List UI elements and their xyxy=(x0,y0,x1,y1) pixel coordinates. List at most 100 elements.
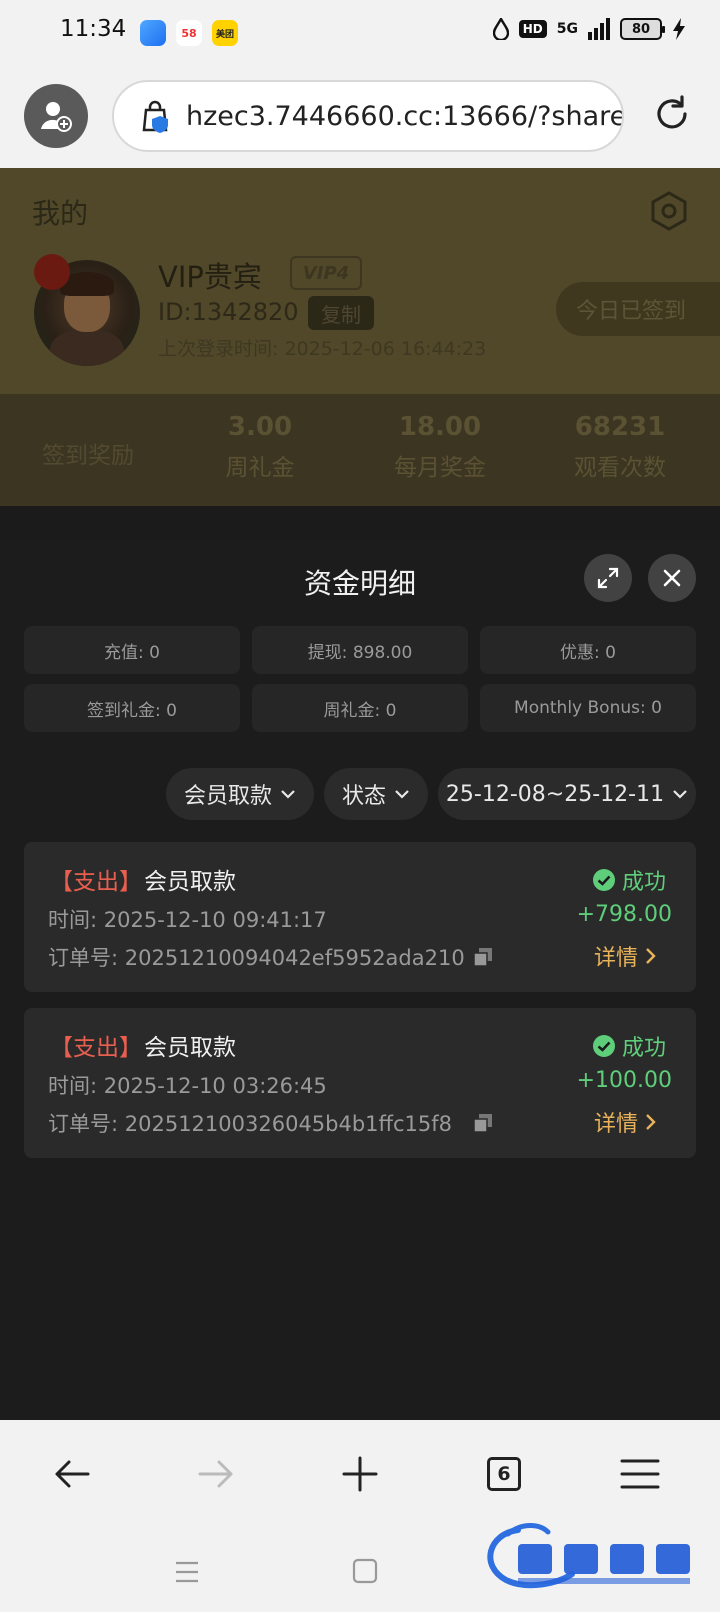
record-amount: +798.00 xyxy=(576,902,672,927)
type-filter-label: 会员取款 xyxy=(183,784,272,809)
record-detail-label: 详情 xyxy=(593,1112,638,1137)
stat-value: 3.00 xyxy=(227,412,293,442)
url-bar[interactable]: hzec3.7446660.cc:13666/?shareN xyxy=(112,80,624,152)
add-profile-button[interactable] xyxy=(24,84,88,148)
hd-icon: HD xyxy=(518,20,547,38)
stat-monthly-bonus[interactable]: 18.00 每月奖金 xyxy=(350,412,530,482)
user-name: VIP贵宾 xyxy=(158,260,262,294)
signin-button[interactable]: 今日已签到 xyxy=(556,282,720,336)
hamburger-menu-icon xyxy=(620,1459,660,1489)
record-status: 成功 xyxy=(592,864,666,896)
expand-button[interactable] xyxy=(584,554,632,602)
network-label: 5G xyxy=(556,21,578,37)
stat-label: 每月奖金 xyxy=(394,455,486,481)
copy-icon[interactable] xyxy=(472,946,494,968)
watermark-logo xyxy=(487,1523,690,1589)
charging-icon xyxy=(673,18,685,40)
record-time: 时间: 2025-12-10 03:26:45 xyxy=(48,1074,327,1098)
record-status-label: 成功 xyxy=(621,870,666,895)
record-type: 【支出】 xyxy=(50,1035,142,1061)
stat-value: 18.00 xyxy=(398,412,482,442)
notification-meituan-icon: 美团 xyxy=(212,20,238,46)
close-icon xyxy=(663,569,681,587)
status-filter-dropdown[interactable]: 状态 xyxy=(324,768,428,820)
battery-level: 80 xyxy=(631,21,651,37)
stat-view-count[interactable]: 68231 观看次数 xyxy=(530,412,710,482)
browser-bottom-toolbar: 6 xyxy=(0,1420,720,1532)
record-detail-label: 详情 xyxy=(593,946,638,971)
close-button[interactable] xyxy=(648,554,696,602)
summary-signin-gift: 签到礼金: 0 xyxy=(24,684,240,732)
chevron-down-icon xyxy=(395,790,409,799)
battery-icon: 80 xyxy=(620,18,665,40)
fund-details-modal: 资金明细 充值: 0 提现: 898.00 优惠: 0 签到礼金: 0 周礼金:… xyxy=(0,542,720,1420)
flag-icon xyxy=(34,254,70,290)
record-name: 会员取款 xyxy=(144,869,236,895)
transaction-record[interactable]: 【支出】 会员取款 时间: 2025-12-10 03:26:45 订单号: 2… xyxy=(24,1008,696,1158)
last-login-time: 上次登录时间: 2025-12-06 16:44:23 xyxy=(158,338,487,360)
tab-count: 6 xyxy=(487,1457,521,1491)
reload-icon[interactable] xyxy=(652,94,692,134)
record-order-number: 订单号: 20251210094042ef5952ada210 xyxy=(48,946,465,970)
back-button[interactable] xyxy=(50,1452,94,1496)
record-detail-link[interactable]: 详情 xyxy=(594,940,656,972)
summary-weekly-gift: 周礼金: 0 xyxy=(252,684,468,732)
status-time: 11:34 xyxy=(60,16,127,42)
transaction-record[interactable]: 【支出】 会员取款 时间: 2025-12-10 09:41:17 订单号: 2… xyxy=(24,842,696,992)
copy-id-button[interactable]: 复制 xyxy=(308,296,374,330)
profile-page: 我的 VIP贵宾 VIP4 ID:1342820 复制 上次登录时间: 2025… xyxy=(0,168,720,1420)
menu-button[interactable] xyxy=(618,1452,662,1496)
date-range-dropdown[interactable]: 25-12-08~25-12-11 xyxy=(438,768,696,820)
stat-weekly-gift[interactable]: 3.00 周礼金 xyxy=(170,412,350,482)
notification-58-icon: 58 xyxy=(176,20,202,46)
chevron-down-icon xyxy=(281,790,295,799)
notification-app-icon xyxy=(140,20,166,46)
check-circle-icon xyxy=(592,869,615,891)
stat-value: 68231 xyxy=(574,412,666,442)
copy-icon[interactable] xyxy=(472,1112,494,1134)
new-tab-button[interactable] xyxy=(338,1452,382,1496)
record-status: 成功 xyxy=(592,1030,666,1062)
secure-shopping-icon xyxy=(142,100,168,133)
type-filter-dropdown[interactable]: 会员取款 xyxy=(166,768,314,820)
add-user-icon xyxy=(41,102,72,132)
summary-monthly-bonus: Monthly Bonus: 0 xyxy=(480,684,696,732)
recent-apps-icon[interactable] xyxy=(174,1560,200,1584)
record-type: 【支出】 xyxy=(50,869,142,895)
vip-level-badge: VIP4 xyxy=(290,256,362,290)
chevron-right-icon xyxy=(646,1114,656,1130)
drop-icon xyxy=(492,18,509,40)
arrow-right-icon xyxy=(198,1460,233,1488)
stat-label: 周礼金 xyxy=(225,455,295,481)
status-bar: 11:34 58 美团 HD 5G 80 xyxy=(0,0,720,64)
record-status-label: 成功 xyxy=(621,1036,666,1061)
expand-icon xyxy=(597,567,619,589)
forward-button[interactable] xyxy=(194,1452,238,1496)
arrow-left-icon xyxy=(55,1460,90,1488)
signin-reward-link[interactable]: 签到奖励 xyxy=(42,436,134,470)
record-amount: +100.00 xyxy=(576,1068,672,1093)
chevron-right-icon xyxy=(646,948,656,964)
settings-icon[interactable] xyxy=(648,190,690,232)
record-detail-link[interactable]: 详情 xyxy=(594,1106,656,1138)
signal-icon xyxy=(588,18,610,40)
page-title: 我的 xyxy=(32,197,89,230)
browser-toolbar: hzec3.7446660.cc:13666/?shareN xyxy=(0,64,720,168)
tabs-button[interactable]: 6 xyxy=(482,1452,526,1496)
date-range-label: 25-12-08~25-12-11 xyxy=(445,781,665,807)
plus-icon xyxy=(342,1456,378,1492)
check-circle-icon xyxy=(592,1035,615,1057)
summary-discount: 优惠: 0 xyxy=(480,626,696,674)
url-text: hzec3.7446660.cc:13666/?shareN xyxy=(186,100,624,132)
record-order-number: 订单号: 202512100326045b4b1ffc15f8 xyxy=(48,1112,453,1136)
summary-recharge: 充值: 0 xyxy=(24,626,240,674)
record-time: 时间: 2025-12-10 09:41:17 xyxy=(48,908,327,932)
record-name: 会员取款 xyxy=(144,1035,236,1061)
profile-header: 我的 VIP贵宾 VIP4 ID:1342820 复制 上次登录时间: 2025… xyxy=(0,168,720,394)
stat-label: 观看次数 xyxy=(574,455,666,481)
chevron-down-icon xyxy=(673,790,687,799)
stats-bar: 签到奖励 3.00 周礼金 18.00 每月奖金 68231 观看次数 xyxy=(0,394,720,506)
home-icon[interactable] xyxy=(352,1558,378,1584)
status-filter-label: 状态 xyxy=(341,784,386,809)
summary-withdraw: 提现: 898.00 xyxy=(252,626,468,674)
